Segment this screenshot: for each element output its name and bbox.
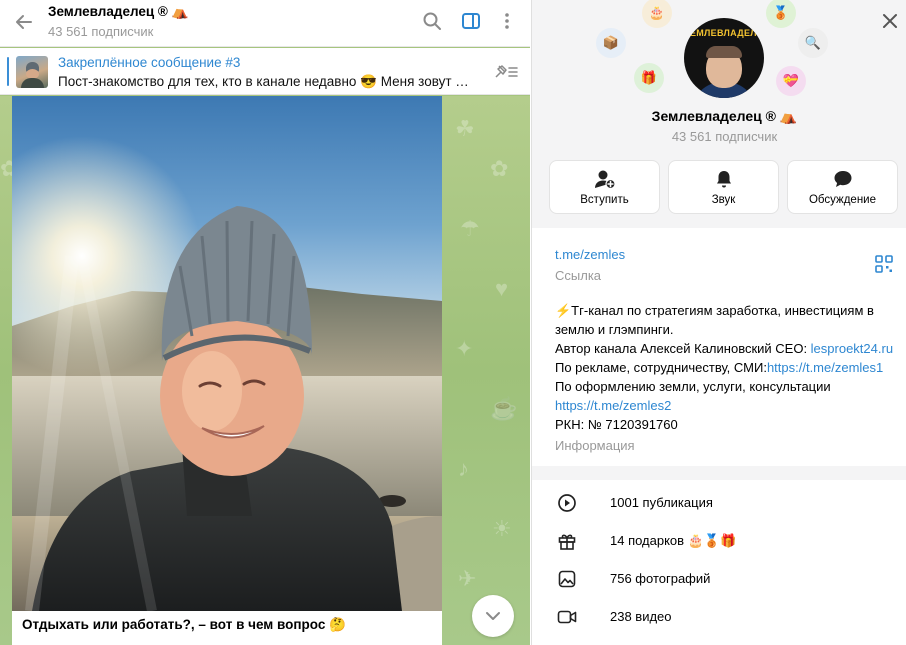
doodle-icon: ♥ <box>495 276 509 301</box>
chat-subscriber-count: 43 561 подписчик <box>48 24 154 39</box>
bio-line: землю и глэмпинги. <box>555 322 674 337</box>
close-icon <box>883 14 897 28</box>
sound-button-label: Звук <box>711 193 736 206</box>
stat-videos[interactable]: 238 видео <box>532 598 906 636</box>
bell-icon <box>716 170 731 187</box>
gift-orbit-item[interactable]: 🎁 <box>634 63 664 93</box>
arrow-left-icon <box>16 15 32 29</box>
chat-title: Землевладелец ® ⛺ <box>48 4 189 19</box>
stat-posts-label: 1001 публикация <box>610 495 713 510</box>
sidebar-panel-icon <box>462 13 480 29</box>
pinned-thumbnail <box>16 56 48 88</box>
bio-line: По оформлению земли, услуги, консультаци… <box>555 379 831 394</box>
channel-profile-panel: 🎂 🥉 📦 🔍 🎁 💝 ЗЕМЛЕВЛАДЕЛЕЦ Землевладелец … <box>531 0 906 645</box>
more-vertical-icon <box>505 13 509 29</box>
video-icon <box>557 610 577 624</box>
stat-videos-label: 238 видео <box>610 609 672 624</box>
pinned-text: Пост-знакомство для тех, кто в канале не… <box>58 74 473 89</box>
post-photo-illustration <box>12 96 442 611</box>
more-menu-button[interactable] <box>494 8 520 34</box>
bio-line: Автор канала Алексей Калиновский СЕО: le… <box>555 341 894 356</box>
search-icon <box>423 12 441 30</box>
qr-code-button[interactable] <box>875 255 893 273</box>
search-button[interactable] <box>419 8 445 34</box>
unpin-button[interactable] <box>492 60 520 84</box>
channel-post[interactable]: Отдыхать или работать?, – вот в чем вопр… <box>12 96 442 645</box>
pin-list-icon <box>495 65 518 78</box>
channel-link-label: Ссылка <box>555 268 602 283</box>
photo-icon <box>558 570 576 588</box>
bio-line: По рекламе, сотрудничеству, СМИ:https://… <box>555 360 884 375</box>
profile-subscriber-count: 43 561 подписчик <box>671 129 778 144</box>
website-link[interactable]: lesproekt24.ru <box>811 341 893 356</box>
info-label: Информация <box>555 438 635 453</box>
pinned-message-bar[interactable]: Закреплённое сообщение #3 Пост-знакомств… <box>0 48 530 95</box>
qr-code-icon <box>875 255 893 273</box>
channel-avatar[interactable]: ЗЕМЛЕВЛАДЕЛЕЦ <box>684 18 764 98</box>
scroll-down-button[interactable] <box>472 595 514 637</box>
doodle-icon: ✈ <box>458 566 477 591</box>
sound-button[interactable]: Звук <box>668 160 779 214</box>
doodle-icon: ☕ <box>490 396 518 421</box>
channel-info-card: t.me/zemles Ссылка ⚡Тг-канал по стратеги… <box>532 228 906 466</box>
doodle-icon: ☀ <box>492 516 512 541</box>
chat-pane: Землевладелец ® ⛺ 43 561 подписчик Закре… <box>0 0 530 645</box>
chat-title-area[interactable]: Землевладелец ® ⛺ 43 561 подписчик <box>48 3 188 39</box>
stat-gifts-label: 14 подарков 🎂🥉🎁 <box>610 533 737 548</box>
doodle-icon: ♪ <box>458 456 469 481</box>
ads-link[interactable]: https://t.me/zemles1 <box>767 360 883 375</box>
avatar-logo-text: ЗЕМЛЕВЛАДЕЛЕЦ <box>684 28 764 38</box>
add-user-icon <box>594 170 616 189</box>
bio-line: https://t.me/zemles2 <box>555 396 900 415</box>
gift-icon <box>558 534 576 550</box>
gift-orbit-item[interactable]: 🔍 <box>798 28 828 58</box>
post-photo[interactable] <box>12 96 442 611</box>
chat-header: Землевладелец ® ⛺ 43 561 подписчик <box>0 0 530 47</box>
chat-bubble-icon <box>834 170 851 187</box>
stat-photos[interactable]: 756 фотографий <box>532 560 906 598</box>
profile-name: Землевладелец ® ⛺ <box>651 108 798 124</box>
doodle-icon: ☘ <box>455 116 475 141</box>
gift-preview-icons: 🎂🥉🎁 <box>687 533 737 548</box>
toggle-sidebar-button[interactable] <box>458 8 484 34</box>
pinned-title: Закреплённое сообщение #3 <box>58 55 241 70</box>
pinned-indicator <box>7 57 9 86</box>
gift-orbit-item[interactable]: 🎂 <box>642 0 672 28</box>
gift-orbit-item[interactable]: 📦 <box>596 28 626 58</box>
bio-line: ⚡Тг-канал по стратегиям заработка, инвес… <box>555 303 874 318</box>
stat-photos-label: 756 фотографий <box>610 571 711 586</box>
join-button-label: Вступить <box>580 193 629 206</box>
discussion-button[interactable]: Обсуждение <box>787 160 898 214</box>
join-button[interactable]: Вступить <box>549 160 660 214</box>
services-link[interactable]: https://t.me/zemles2 <box>555 398 671 413</box>
stat-posts[interactable]: 1001 публикация <box>532 484 906 522</box>
back-button[interactable] <box>10 8 38 36</box>
gift-orbit-item[interactable]: 🥉 <box>766 0 796 28</box>
channel-link[interactable]: t.me/zemles <box>555 247 625 262</box>
media-stats-list: 1001 публикация 14 подарков 🎂🥉🎁 756 фото… <box>532 480 906 645</box>
chevron-down-icon <box>486 612 500 620</box>
doodle-icon: ☂ <box>460 216 480 241</box>
posts-icon <box>558 494 576 512</box>
bio-line: РКН: № 7120391760 <box>555 417 678 432</box>
doodle-icon: ✿ <box>490 156 509 181</box>
post-caption: Отдыхать или работать?, – вот в чем вопр… <box>22 617 346 632</box>
discussion-button-label: Обсуждение <box>808 193 876 206</box>
stat-gifts[interactable]: 14 подарков 🎂🥉🎁 <box>532 522 906 560</box>
gift-orbit-item[interactable]: 💝 <box>776 66 806 96</box>
doodle-icon: ✦ <box>455 336 474 361</box>
channel-description: ⚡Тг-канал по стратегиям заработка, инвес… <box>555 301 900 434</box>
close-panel-button[interactable] <box>877 8 903 34</box>
